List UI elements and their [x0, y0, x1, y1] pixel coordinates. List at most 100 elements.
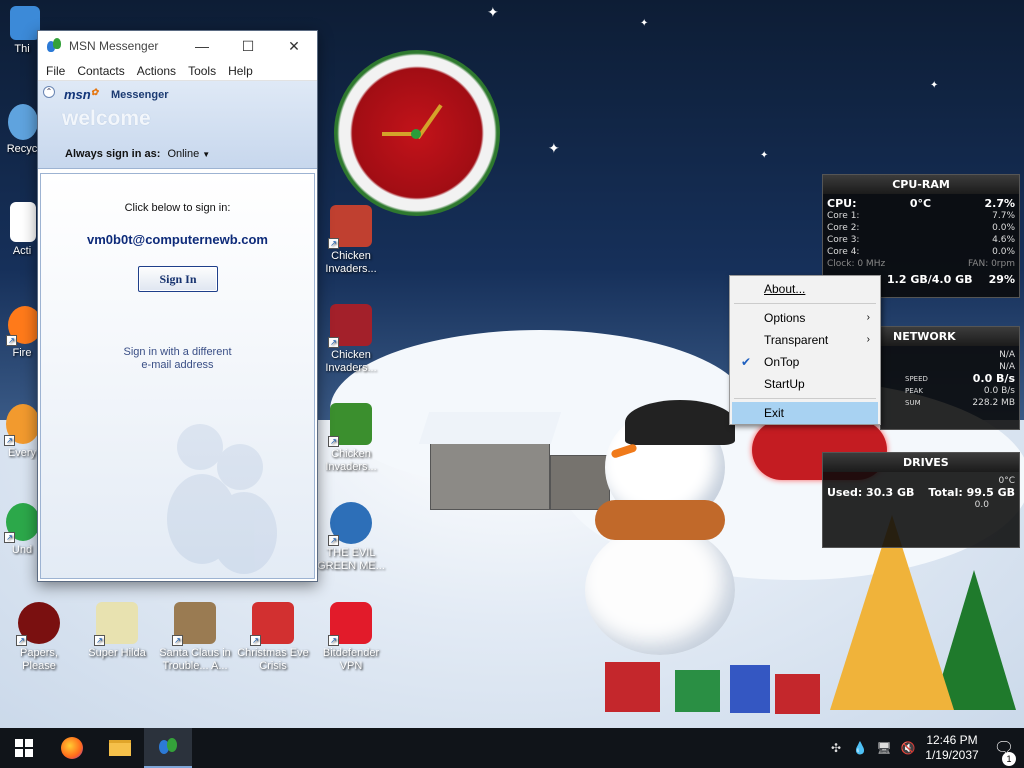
msn-messenger-window[interactable]: MSN Messenger — ☐ ✕ File Contacts Action…	[37, 30, 318, 582]
network-row: N/A	[999, 350, 1015, 360]
status-dropdown[interactable]: Online ▼	[167, 148, 210, 160]
menu-item-startup[interactable]: StartUp	[730, 373, 880, 395]
dropdown-arrow-icon: ▼	[202, 150, 211, 159]
msn-header: ⌃ msn✿ Messenger welcome Always sign in …	[38, 81, 317, 169]
star-decoration: ✦	[487, 4, 499, 20]
desktop-icon-super-hilda[interactable]: ↗ Super Hilda	[80, 602, 154, 660]
msn-logo: msn✿	[64, 87, 99, 102]
click-below-text: Click below to sign in:	[124, 202, 231, 214]
core-row: Core 4: 0.0%	[827, 247, 1015, 257]
maximize-button[interactable]: ☐	[225, 31, 271, 61]
core-row: Core 1: 7.7%	[827, 211, 1015, 221]
volume-muted-icon[interactable]: 🔇	[896, 741, 920, 755]
sign-in-panel: Click below to sign in: vm0b0t@computern…	[40, 173, 315, 579]
network-gadget[interactable]: NETWORK N/A N/A SPEED 0.0 B/s PEAK 0.0 B/s…	[880, 326, 1020, 430]
clock-gadget[interactable]	[322, 42, 512, 222]
menu-item-options[interactable]: Options ›	[730, 307, 880, 329]
drives-gadget[interactable]: DRIVES 0°C Used: 30.3 GB Total: 99.5 GB 0…	[822, 452, 1020, 548]
network-disconnected-icon[interactable]: 🖥	[872, 741, 896, 755]
computer-icon	[10, 6, 40, 40]
snowman	[575, 395, 755, 655]
menu-item-transparent[interactable]: Transparent ›	[730, 329, 880, 351]
window-title: MSN Messenger	[69, 39, 159, 53]
welcome-heading: welcome	[62, 107, 151, 130]
menu-file[interactable]: File	[40, 64, 71, 78]
desktop-icon-bitdefender-vpn[interactable]: ↗ Bitdefender VPN	[314, 602, 388, 673]
magnifier-icon: ↗	[4, 404, 40, 446]
desktop-icon-chicken-invaders-2[interactable]: ↗ Chicken Invaders...	[314, 304, 388, 375]
game-icon: ↗	[328, 502, 372, 546]
game-icon: ↗	[4, 503, 40, 543]
close-button[interactable]: ✕	[271, 31, 317, 61]
star-decoration: ✦	[640, 18, 649, 29]
taskbar-msn-messenger[interactable]	[144, 728, 192, 768]
action-center-button[interactable]: 🗨 1	[984, 738, 1024, 766]
messenger-word: Messenger	[111, 89, 169, 101]
butterfly-icon: ✿	[90, 87, 99, 97]
firefox-icon	[61, 737, 83, 759]
msn-buddy-icon	[157, 736, 179, 758]
taskbar: ✣ 💧 🖥 🔇 12:46 PM 1/19/2037 🗨 1	[0, 728, 1024, 768]
core-row: Core 3: 4.6%	[827, 235, 1015, 245]
star-decoration: ✦	[760, 150, 769, 161]
drive-usage-row: Used: 30.3 GB Total: 99.5 GB	[827, 486, 1015, 499]
folder-icon	[109, 740, 131, 756]
gadget-context-menu: About... Options › Transparent › ✔ OnTop St…	[729, 275, 881, 425]
taskbar-file-explorer[interactable]	[96, 728, 144, 768]
clock-center	[411, 129, 421, 139]
game-icon: ↗	[172, 602, 216, 646]
system-tray: ✣ 💧 🖥 🔇 12:46 PM 1/19/2037 🗨 1	[824, 728, 1024, 768]
menu-item-exit[interactable]: Exit	[732, 402, 878, 424]
menu-tools[interactable]: Tools	[182, 64, 222, 78]
taskbar-firefox[interactable]	[48, 728, 96, 768]
windows-logo-icon	[15, 739, 33, 757]
desktop-icon-santa-claus-in-trouble[interactable]: ↗ Santa Claus in Trouble... A...	[158, 602, 232, 673]
shield-icon: ↗	[328, 602, 372, 646]
start-button[interactable]	[0, 728, 48, 768]
game-icon: ↗	[16, 602, 60, 646]
core-row: Core 2: 0.0%	[827, 223, 1015, 233]
drive-rate-row: 0.0	[974, 500, 989, 510]
sign-in-as-row: Always sign in as: Online ▼	[65, 148, 211, 160]
sign-in-different-link[interactable]: Sign in with a different e-mail address	[41, 346, 314, 372]
menu-contacts[interactable]: Contacts	[71, 64, 130, 78]
gadget-title: DRIVES	[823, 453, 1019, 472]
sign-in-button[interactable]: Sign In	[138, 266, 218, 292]
document-icon	[10, 202, 36, 242]
title-bar[interactable]: MSN Messenger — ☐ ✕	[38, 31, 317, 61]
tray-app-icon[interactable]: ✣	[824, 741, 848, 755]
gifts-decoration	[605, 650, 825, 720]
recycle-bin-icon	[8, 104, 38, 140]
submenu-arrow-icon: ›	[866, 312, 870, 323]
menu-item-about[interactable]: About...	[730, 278, 880, 300]
email-address: vm0b0t@computernewb.com	[87, 232, 268, 247]
gadget-title: CPU-RAM	[823, 175, 1019, 194]
menu-bar: File Contacts Actions Tools Help	[38, 61, 317, 81]
network-peak-row: PEAK 0.0 B/s	[905, 386, 1015, 396]
game-icon: ↗	[94, 602, 138, 646]
taskbar-clock[interactable]: 12:46 PM 1/19/2037	[920, 733, 984, 763]
desktop-icon-papers-please[interactable]: ↗ Papers, Please	[2, 602, 76, 673]
msn-watermark	[167, 424, 277, 574]
network-sum-row: SUM 228.2 MB	[905, 398, 1015, 408]
clock-fan-row: Clock: 0 MHz FAN: 0rpm	[827, 259, 1015, 269]
tray-droplet-icon[interactable]: 💧	[848, 741, 872, 755]
menu-actions[interactable]: Actions	[131, 64, 182, 78]
santa-icon: ↗	[250, 602, 294, 646]
star-decoration: ✦	[548, 140, 560, 156]
collapse-icon[interactable]: ⌃	[43, 86, 55, 98]
notification-count: 1	[1002, 752, 1016, 766]
chicken-game-icon: ↗	[328, 403, 372, 447]
msn-buddy-icon	[47, 38, 63, 54]
menu-help[interactable]: Help	[222, 64, 259, 78]
desktop-icon-the-evil-green[interactable]: ↗ THE EVIL GREEN ME...	[314, 502, 388, 573]
minimize-button[interactable]: —	[179, 31, 225, 61]
cpu-row: CPU: 0°C 2.7%	[827, 197, 1015, 210]
menu-separator	[734, 398, 876, 399]
menu-item-ontop[interactable]: ✔ OnTop	[730, 351, 880, 373]
checkmark-icon: ✔	[741, 355, 752, 369]
desktop-icon-christmas-eve-crisis[interactable]: ↗ Christmas Eve Crisis	[236, 602, 310, 673]
star-decoration: ✦	[930, 80, 939, 91]
menu-separator	[734, 303, 876, 304]
desktop-icon-chicken-invaders-3[interactable]: ↗ Chicken Invaders...	[314, 403, 388, 474]
